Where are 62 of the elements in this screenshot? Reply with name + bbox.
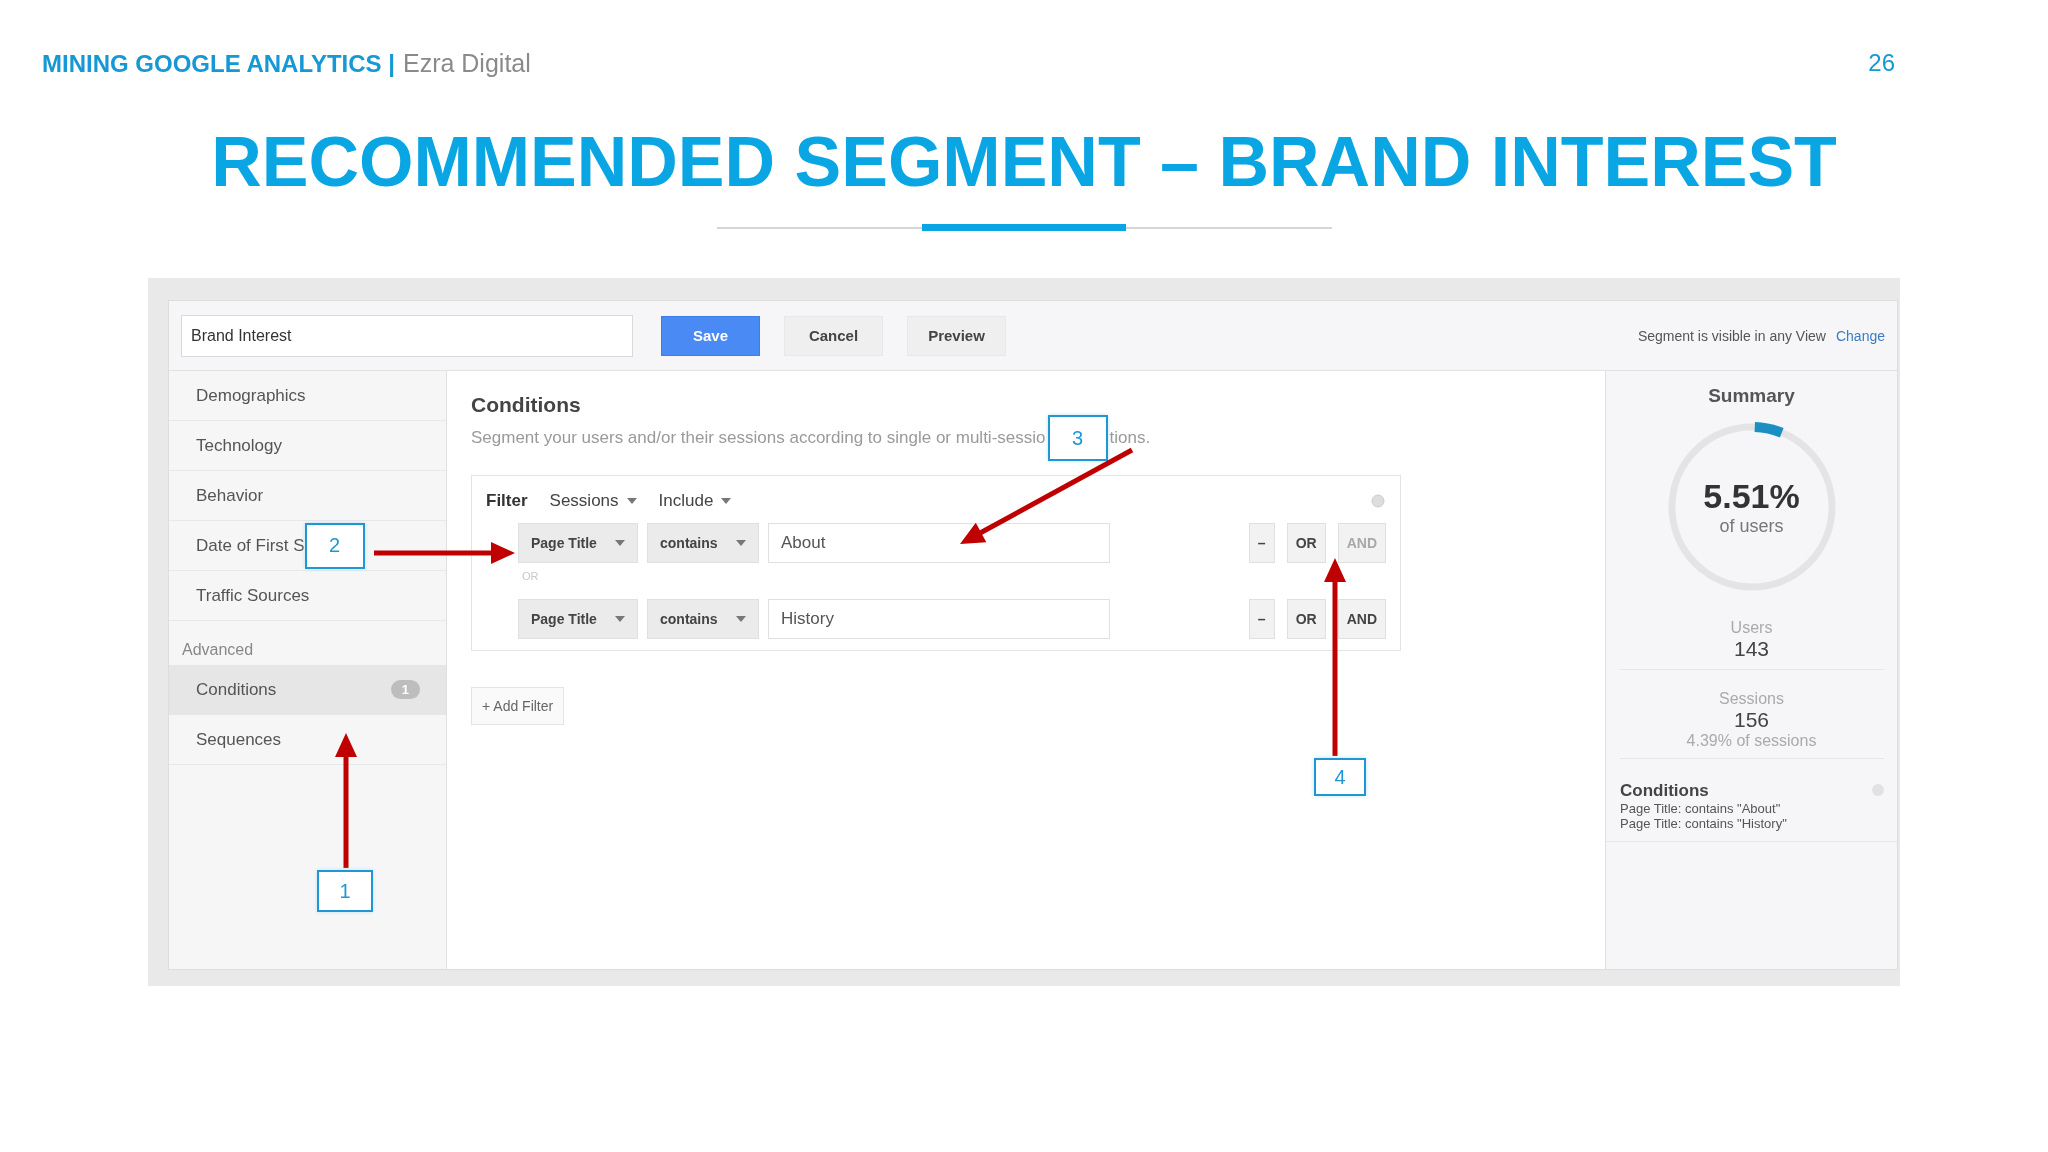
page-number: 26 <box>1868 49 1895 77</box>
segment-name-field[interactable]: Brand Interest <box>181 314 633 357</box>
conditions-heading: Conditions <box>471 393 582 417</box>
sidebar-item-label: Behavior <box>196 485 264 506</box>
remove-button[interactable]: – <box>1248 599 1275 639</box>
scope-dropdown[interactable]: Sessions <box>549 491 637 511</box>
operator-dropdown[interactable]: contains <box>647 599 759 639</box>
mode-dropdown[interactable]: Include <box>658 491 732 511</box>
add-filter-button[interactable]: + Add Filter <box>471 687 565 725</box>
caret-icon <box>736 616 746 622</box>
sidebar-item-label: Demographics <box>196 385 306 406</box>
summary-title: Summary <box>1708 385 1795 407</box>
count-badge: 1 <box>390 680 420 699</box>
filter-label: Filter <box>486 491 528 511</box>
company-name: Ezra Digital <box>402 48 531 78</box>
callout-number: 3 <box>1047 415 1108 461</box>
stat-value: 143 <box>1733 637 1769 661</box>
sidebar-item-label: Traffic Sources <box>196 585 310 606</box>
value-field[interactable]: About <box>768 523 1110 563</box>
caret-icon <box>721 498 732 504</box>
value-field[interactable]: History <box>768 599 1110 639</box>
callout-number: 1 <box>317 870 373 912</box>
callout-number: 2 <box>304 522 365 569</box>
callout-number: 4 <box>1314 758 1366 796</box>
caret-icon <box>626 498 637 504</box>
section-label: Advanced <box>181 641 255 660</box>
stat-label: Sessions <box>1719 690 1784 708</box>
conditions-title: Conditions <box>1620 781 1709 801</box>
logic-toggle[interactable]: AND <box>1337 599 1386 639</box>
sidebar-item-label: Sequences <box>196 729 282 750</box>
description-text: Segment your users and/or their sessions according to single or multi-sessio <box>471 428 1046 448</box>
sidebar-item-label: Conditions <box>196 679 277 700</box>
brand-title: MINING GOOGLE ANALYTICS | <box>42 49 395 78</box>
sidebar-item[interactable]: Demographics <box>169 371 446 421</box>
caret-icon <box>615 616 625 622</box>
caret-icon <box>736 540 746 546</box>
preview-button[interactable]: Preview <box>907 315 1006 356</box>
stat-label: Users <box>1730 619 1773 637</box>
visibility-note: Segment is visible in any View <box>1637 327 1826 344</box>
change-link[interactable]: Change <box>1835 327 1885 344</box>
sidebar-item[interactable]: Conditions 1 <box>169 665 446 715</box>
condition-line: Page Title: contains "History" <box>1620 816 1787 831</box>
caret-icon <box>615 540 625 546</box>
sidebar-item[interactable]: Traffic Sources <box>169 571 446 621</box>
percent-value: 5.51% <box>1703 477 1800 516</box>
operator-dropdown[interactable]: contains <box>647 523 759 563</box>
dimension-dropdown[interactable]: Page Title <box>518 599 638 639</box>
slide-title: RECOMMENDED SEGMENT – BRAND INTEREST <box>211 127 1837 197</box>
percent-caption: of users <box>1719 516 1784 537</box>
description-text: tions. <box>1109 428 1151 448</box>
stat-value: 156 <box>1733 708 1769 732</box>
sidebar-item-label: Technology <box>196 435 282 456</box>
logic-toggle[interactable]: OR <box>1286 599 1326 639</box>
cancel-button[interactable]: Cancel <box>784 315 883 356</box>
remove-button[interactable]: – <box>1248 523 1275 563</box>
condition-line: Page Title: contains "About" <box>1620 801 1781 816</box>
stat-note: 4.39% of sessions <box>1686 732 1817 750</box>
sidebar-item[interactable]: Behavior <box>169 471 446 521</box>
sidebar-item-label: Date of First S <box>196 535 305 556</box>
logic-toggle[interactable]: OR <box>1286 523 1326 563</box>
dimension-dropdown[interactable]: Page Title <box>518 523 638 563</box>
sidebar-item[interactable]: Technology <box>169 421 446 471</box>
